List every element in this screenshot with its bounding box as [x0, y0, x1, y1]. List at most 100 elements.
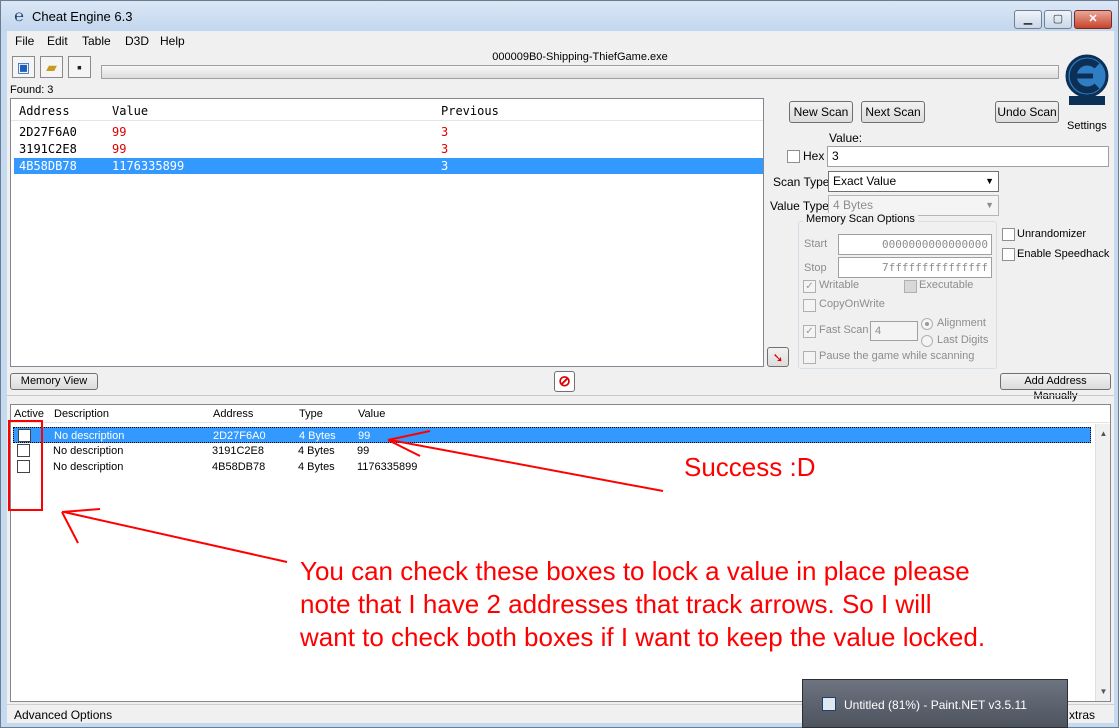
open-process-button[interactable]: ▣ [12, 56, 35, 78]
scan-progress-bar [101, 65, 1059, 79]
computer-icon: ▣ [16, 58, 31, 75]
result-value: 99 [112, 125, 127, 139]
save-button[interactable]: ▪ [68, 56, 91, 78]
speedhack-checkbox[interactable] [1002, 248, 1015, 261]
col-value[interactable]: Value [358, 408, 385, 420]
scan-results-list[interactable]: Address Value Previous 2D27F6A0 99 3 319… [10, 98, 764, 367]
active-checkbox[interactable] [17, 460, 30, 473]
splitter-handle[interactable] [7, 395, 1114, 399]
menu-edit[interactable]: Edit [47, 34, 68, 48]
results-col-value[interactable]: Value [112, 104, 148, 118]
settings-link[interactable]: Settings [1067, 120, 1107, 132]
address-row[interactable]: No description 4B58DB78 4 Bytes 11763358… [13, 459, 1091, 475]
stop-label: Stop [804, 262, 827, 274]
scan-type-select[interactable]: Exact Value ▼ [828, 171, 999, 192]
close-button[interactable]: ✕ [1074, 10, 1112, 29]
results-row[interactable]: 2D27F6A0 99 3 [14, 124, 763, 140]
result-value: 1176335899 [112, 159, 185, 173]
writable-checkbox[interactable]: ✓ [803, 280, 816, 293]
chevron-down-icon: ▼ [985, 200, 994, 210]
active-checkbox[interactable] [18, 429, 31, 442]
add-selected-to-list-button[interactable]: ➘ [767, 347, 789, 367]
unrandomizer-checkbox[interactable] [1002, 228, 1015, 241]
alignment-radio[interactable] [921, 318, 933, 330]
add-address-manually-button[interactable]: Add Address Manually [1000, 373, 1111, 402]
hex-checkbox[interactable] [787, 150, 800, 163]
executable-checkbox[interactable] [904, 280, 917, 293]
unrandomizer-label: Unrandomizer [1017, 228, 1087, 240]
speedhack-label: Enable Speedhack [1017, 248, 1110, 260]
next-scan-button[interactable]: Next Scan [861, 101, 925, 123]
results-row[interactable]: 3191C2E8 99 3 [14, 141, 763, 157]
last-digits-label: Last Digits [937, 334, 989, 346]
title-bar[interactable]: ℮ Cheat Engine 6.3 ▁ ▢ ✕ [1, 1, 1118, 31]
address-row[interactable]: No description 3191C2E8 4 Bytes 99 [13, 443, 1091, 459]
undo-scan-button[interactable]: Undo Scan [995, 101, 1059, 123]
fast-scan-label: Fast Scan [819, 324, 869, 336]
row-address: 2D27F6A0 [213, 430, 266, 442]
pause-game-checkbox[interactable] [803, 351, 816, 364]
process-name: 000009B0-Shipping-ThiefGame.exe [492, 51, 668, 63]
extras-link[interactable]: xtras [1069, 708, 1095, 722]
result-address: 2D27F6A0 [19, 125, 77, 139]
address-list[interactable]: Active Description Address Type Value No… [10, 404, 1111, 702]
row-type: 4 Bytes [298, 445, 335, 457]
value-label: Value: [829, 131, 863, 145]
stop-sign-icon: ⊘ [558, 373, 571, 390]
pause-game-label: Pause the game while scanning [819, 350, 975, 362]
new-scan-button[interactable]: New Scan [789, 101, 853, 123]
results-row-selected[interactable]: 4B58DB78 1176335899 3 [14, 158, 763, 174]
results-col-address[interactable]: Address [19, 104, 70, 118]
stop-address-input[interactable]: 7fffffffffffffff [838, 257, 992, 278]
open-file-button[interactable]: ▰ [40, 56, 63, 78]
hex-label: Hex [803, 149, 825, 163]
result-address: 3191C2E8 [19, 142, 77, 156]
col-type[interactable]: Type [299, 408, 323, 420]
address-row-selected[interactable]: No description 2D27F6A0 4 Bytes 99 [13, 427, 1091, 443]
fast-scan-checkbox[interactable]: ✓ [803, 325, 816, 338]
value-type-label: Value Type [770, 199, 829, 213]
start-address-input[interactable]: 0000000000000000 [838, 234, 992, 255]
row-description: No description [54, 430, 125, 442]
writable-label: Writable [819, 279, 860, 291]
active-checkbox[interactable] [17, 444, 30, 457]
menu-help[interactable]: Help [160, 34, 185, 48]
row-address: 4B58DB78 [212, 461, 266, 473]
cheat-engine-icon: ℮ [14, 8, 24, 25]
result-previous: 3 [441, 125, 449, 139]
taskbar-paintnet[interactable]: Untitled (81%) - Paint.NET v3.5.11 [802, 679, 1068, 728]
menu-table[interactable]: Table [82, 34, 111, 48]
advanced-options-link[interactable]: Advanced Options [14, 708, 112, 722]
col-description[interactable]: Description [54, 408, 109, 420]
scan-value-input[interactable]: 3 [827, 146, 1109, 167]
fast-scan-input[interactable]: 4 [870, 321, 918, 341]
row-value: 99 [358, 430, 371, 442]
row-type: 4 Bytes [298, 461, 335, 473]
results-col-previous[interactable]: Previous [441, 104, 499, 118]
cheat-engine-logo-icon[interactable] [1061, 52, 1113, 106]
menu-bar: File Edit Table D3D Help [7, 31, 1114, 51]
scan-type-label: Scan Type [773, 175, 830, 189]
row-value: 1176335899 [357, 461, 418, 473]
scroll-up-icon[interactable]: ▲ [1096, 426, 1111, 441]
memory-view-button[interactable]: Memory View [10, 373, 98, 390]
col-address[interactable]: Address [213, 408, 253, 420]
chevron-down-icon: ▼ [985, 176, 994, 186]
note-line: want to check both boxes if I want to ke… [300, 622, 986, 652]
red-arrow-icon: ➘ [772, 350, 784, 365]
note-annotation: You can check these boxes to lock a valu… [300, 555, 1090, 654]
menu-file[interactable]: File [15, 34, 34, 48]
results-header: Address Value Previous [11, 99, 763, 121]
memory-scan-options-title: Memory Scan Options [803, 213, 918, 225]
clear-list-button[interactable]: ⊘ [554, 371, 575, 392]
vertical-scrollbar[interactable]: ▲ ▼ [1095, 424, 1110, 701]
found-count: Found: 3 [10, 84, 54, 96]
executable-label: Executable [919, 279, 974, 291]
copyonwrite-checkbox[interactable] [803, 299, 816, 312]
col-active[interactable]: Active [14, 408, 44, 420]
menu-d3d[interactable]: D3D [125, 34, 149, 48]
minimize-button[interactable]: ▁ [1014, 10, 1042, 29]
scroll-down-icon[interactable]: ▼ [1096, 684, 1111, 699]
maximize-button[interactable]: ▢ [1044, 10, 1072, 29]
last-digits-radio[interactable] [921, 335, 933, 347]
